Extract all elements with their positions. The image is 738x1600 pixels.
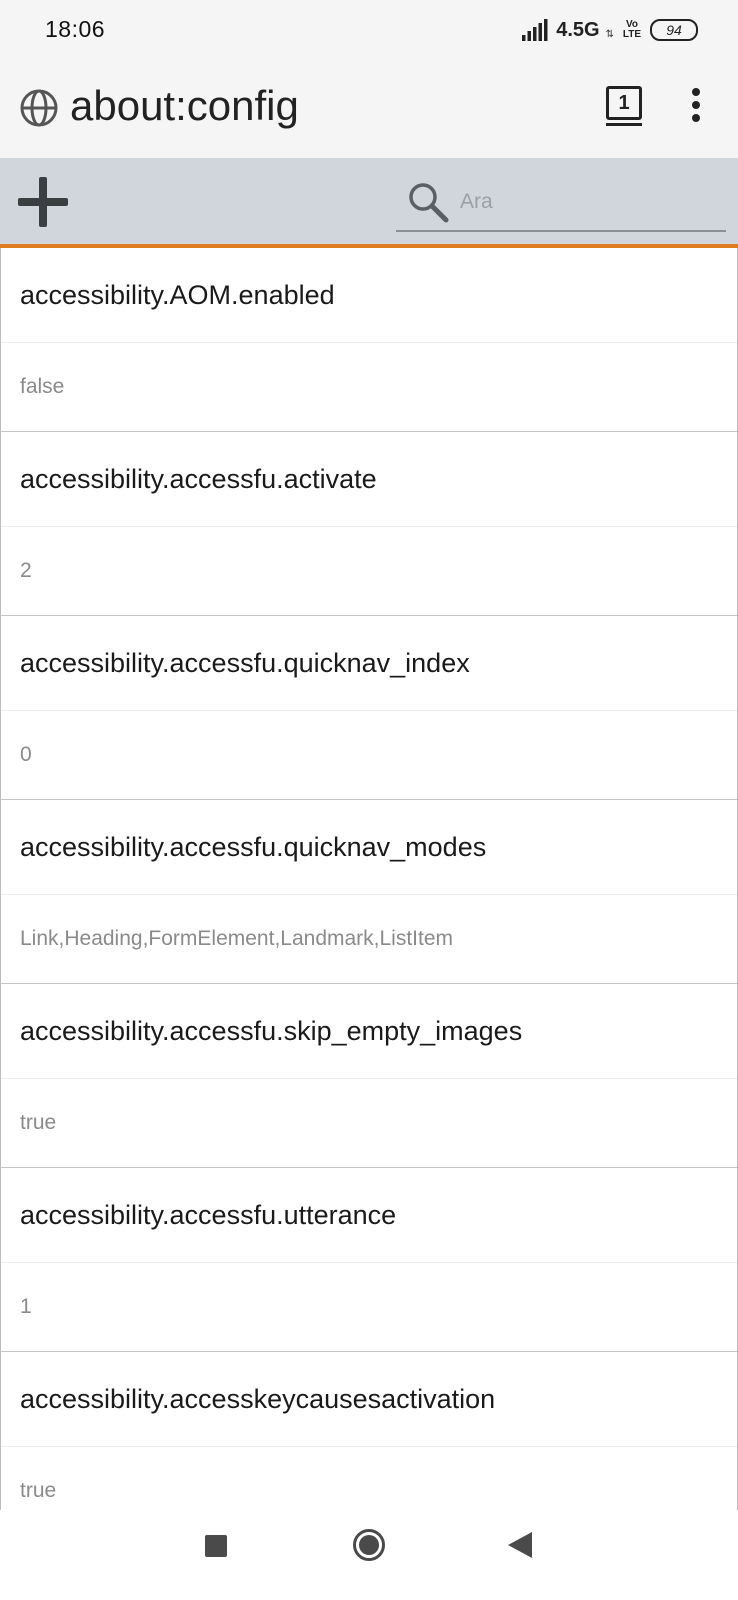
volte-label: Vo LTE: [622, 19, 642, 40]
tabs-underline: [606, 123, 642, 126]
pref-value: 1: [20, 1295, 32, 1318]
pref-name: accessibility.accessfu.activate: [1, 432, 737, 527]
url-field[interactable]: about:config: [70, 82, 299, 130]
pref-value: 2: [20, 559, 32, 582]
square-icon[interactable]: [205, 1535, 227, 1557]
list-item[interactable]: accessibility.accessfu.quicknav_modes Li…: [1, 800, 737, 984]
pref-name: accessibility.accessfu.quicknav_modes: [1, 800, 737, 895]
data-arrows-icon: ⇅: [605, 28, 614, 40]
list-item[interactable]: accessibility.AOM.enabled false: [1, 248, 737, 432]
pref-value: Link,Heading,FormElement,Landmark,ListIt…: [20, 927, 454, 950]
globe-icon: [20, 89, 58, 127]
circle-icon[interactable]: [352, 1528, 386, 1562]
search-input[interactable]: [458, 182, 712, 222]
list-item[interactable]: accessibility.accesskeycausesactivation …: [1, 1352, 737, 1510]
pref-value: true: [20, 1479, 57, 1502]
pref-value: false: [20, 375, 65, 398]
pref-name: accessibility.accesskeycausesactivation: [1, 1352, 737, 1447]
tabs-count: 1: [606, 86, 642, 120]
pref-name: accessibility.AOM.enabled: [1, 248, 737, 343]
list-item[interactable]: accessibility.accessfu.skip_empty_images…: [1, 984, 737, 1168]
triangle-back-icon[interactable]: [508, 1532, 532, 1558]
battery-level: 94: [666, 22, 682, 38]
battery-icon: 94: [650, 19, 698, 41]
search-icon: [409, 183, 449, 223]
plus-icon[interactable]: [14, 173, 72, 231]
tabs-button[interactable]: 1: [606, 86, 642, 126]
list-item[interactable]: accessibility.accessfu.quicknav_index 0: [1, 616, 737, 800]
overflow-menu-icon[interactable]: [690, 88, 702, 124]
pref-name: accessibility.accessfu.quicknav_index: [1, 616, 737, 711]
signal-icon: [522, 19, 548, 41]
status-time: 18:06: [45, 16, 106, 42]
list-item[interactable]: accessibility.accessfu.activate 2: [1, 432, 737, 616]
pref-name: accessibility.accessfu.utterance: [1, 1168, 737, 1263]
pref-name: accessibility.accessfu.skip_empty_images: [1, 984, 737, 1079]
status-icons: 4.5G ⇅ Vo LTE 94: [522, 14, 698, 46]
network-type: 4.5G: [556, 18, 600, 41]
system-nav-bar: [0, 1510, 738, 1600]
search-box[interactable]: [396, 176, 726, 232]
pref-value: true: [20, 1111, 57, 1134]
status-bar: 18:06 4.5G ⇅ Vo LTE 94: [0, 0, 738, 60]
config-toolbar: [0, 158, 738, 248]
list-item[interactable]: accessibility.accessfu.utterance 1: [1, 1168, 737, 1352]
preference-list: accessibility.AOM.enabled false accessib…: [0, 248, 738, 1510]
pref-value: 0: [20, 743, 32, 766]
url-bar: about:config 1: [0, 60, 738, 158]
